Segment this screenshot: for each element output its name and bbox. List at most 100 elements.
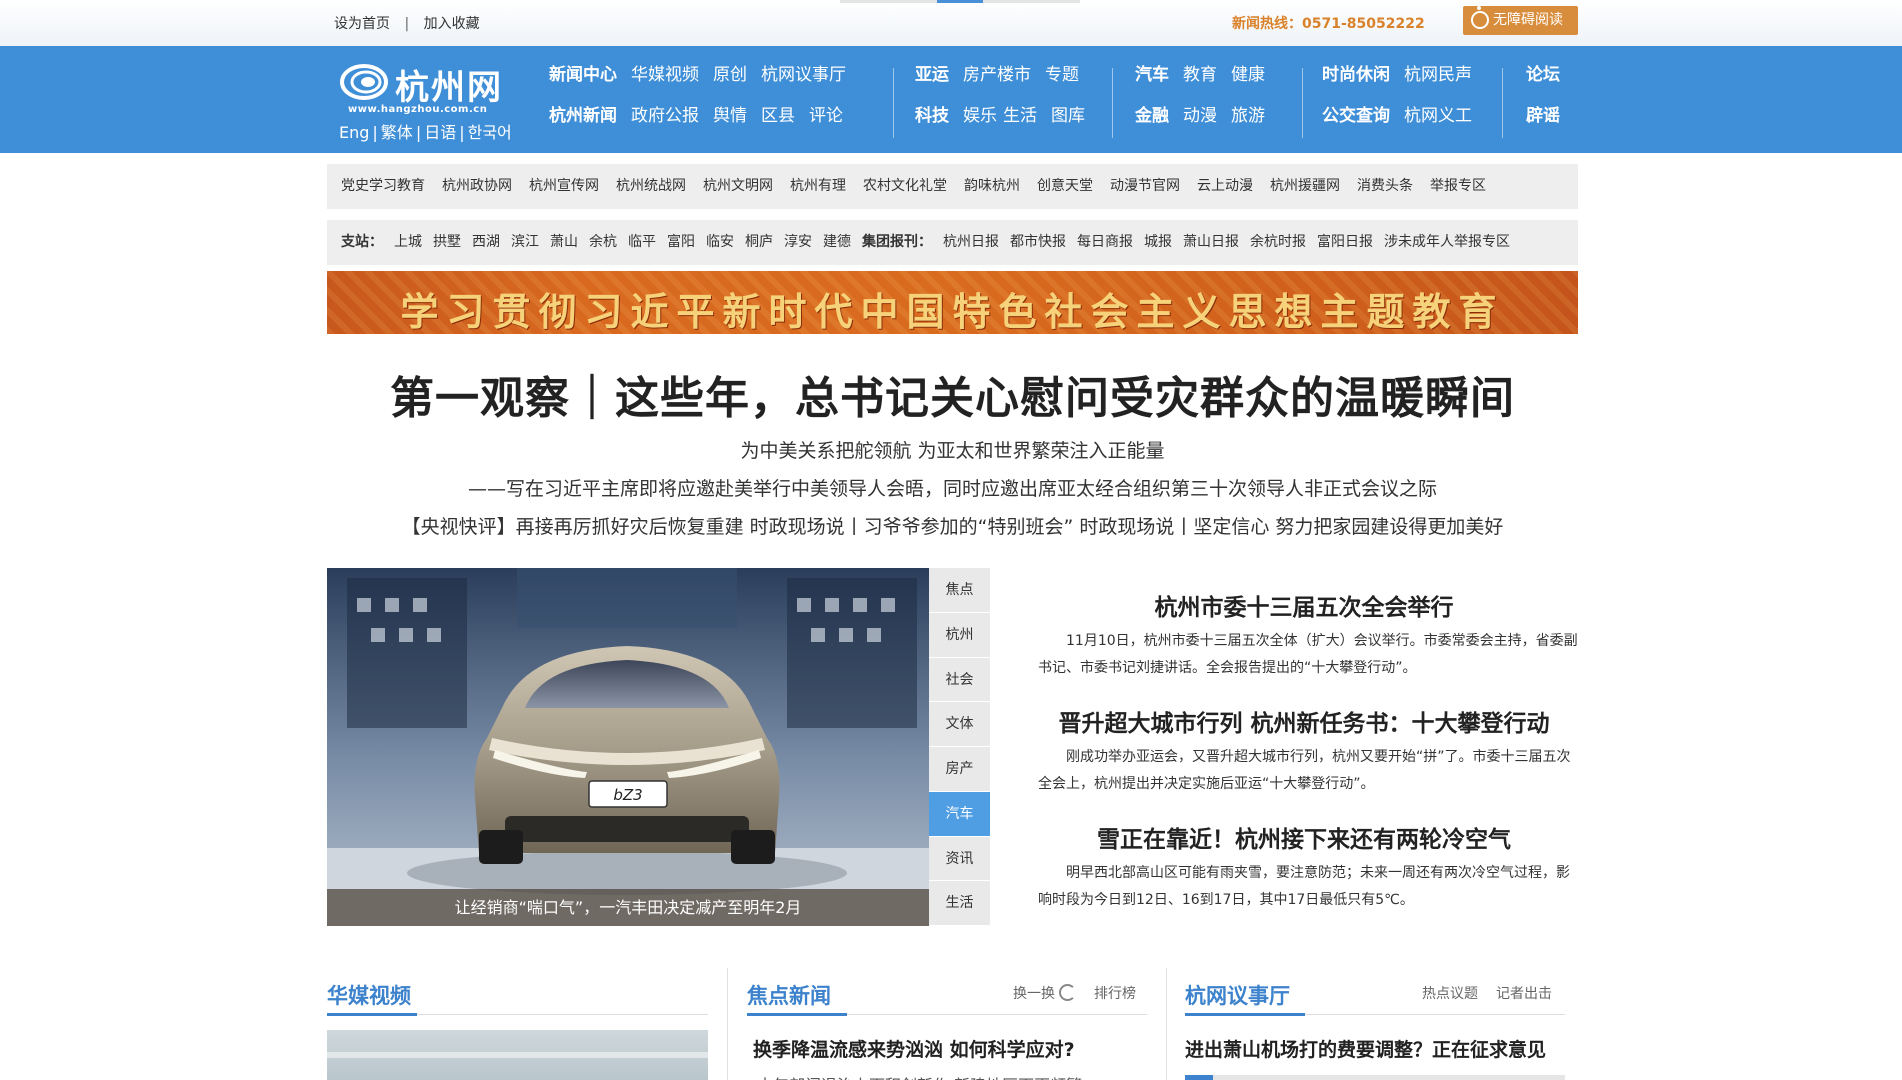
nav-public-opinion[interactable]: 舆情	[713, 101, 747, 131]
set-home-link[interactable]: 设为首页	[334, 13, 390, 33]
nav-life[interactable]: 生活	[1003, 101, 1037, 131]
partner-link[interactable]: 消费头条	[1357, 164, 1413, 209]
branch-link[interactable]: 临平	[628, 220, 656, 265]
slider-tab[interactable]: 社会	[929, 658, 990, 703]
nav-travel[interactable]: 旅游	[1231, 101, 1265, 131]
news-title[interactable]: 晋升超大城市行列 杭州新任务书：十大攀登行动	[1030, 704, 1578, 738]
slider-caption[interactable]: 让经销商“喘口气”，一汽丰田决定减产至明年2月	[327, 889, 929, 926]
partner-link[interactable]: 杭州有理	[790, 164, 846, 209]
nav-forum[interactable]: 论坛	[1526, 60, 1560, 90]
focus-news-title[interactable]: 焦点新闻	[747, 980, 831, 1010]
partner-link[interactable]: 党史学习教育	[341, 164, 425, 209]
nav-entertainment[interactable]: 娱乐	[963, 101, 997, 131]
slider-tab[interactable]: 生活	[929, 881, 990, 926]
paper-link[interactable]: 都市快报	[1010, 220, 1066, 265]
focus-news-headline[interactable]: 换季降温流感来势汹汹 如何科学应对?	[753, 1035, 1075, 1062]
focus-news-item[interactable]: 十年部门退治上面积剑新作 新建地区面更频繁	[757, 1072, 1082, 1080]
partner-link[interactable]: 云上动漫	[1197, 164, 1253, 209]
partner-link[interactable]: 农村文化礼堂	[863, 164, 947, 209]
slider-tab[interactable]: 资讯	[929, 837, 990, 882]
slider-tab[interactable]: 房产	[929, 747, 990, 792]
branch-link[interactable]: 临安	[706, 220, 734, 265]
lang-korean[interactable]: 한국어	[468, 119, 512, 143]
lead-subheadline[interactable]: ——写在习近平主席即将应邀赴美举行中美领导人会晤，同时应邀出席亚太经合组织第三十…	[327, 474, 1578, 501]
paper-link[interactable]: 涉未成年人举报专区	[1384, 220, 1510, 265]
nav-fashion[interactable]: 时尚休闲	[1322, 60, 1390, 90]
video-section-title[interactable]: 华媒视频	[327, 980, 411, 1010]
nav-original[interactable]: 原创	[713, 60, 747, 90]
branch-link[interactable]: 桐庐	[745, 220, 773, 265]
nav-gov-bulletin[interactable]: 政府公报	[631, 101, 699, 131]
theme-education-banner[interactable]: 学习贯彻习近平新时代中国特色社会主义思想主题教育	[327, 271, 1578, 334]
refresh-icon[interactable]	[1059, 984, 1076, 1001]
lang-japanese[interactable]: 日语	[424, 119, 456, 143]
partner-link[interactable]: 杭州统战网	[616, 164, 686, 209]
lang-english[interactable]: Eng	[339, 123, 369, 142]
partner-link[interactable]: 举报专区	[1430, 164, 1486, 209]
slider-tab[interactable]: 文体	[929, 702, 990, 747]
nav-rumor-refute[interactable]: 辟谣	[1526, 101, 1560, 131]
paper-link[interactable]: 每日商报	[1077, 220, 1133, 265]
slider-tab-active[interactable]: 汽车	[929, 791, 990, 837]
partner-link[interactable]: 韵味杭州	[964, 164, 1020, 209]
nav-animation[interactable]: 动漫	[1183, 101, 1217, 131]
nav-hangzhou-news[interactable]: 杭州新闻	[549, 101, 617, 131]
paper-link[interactable]: 萧山日报	[1183, 220, 1239, 265]
focus-slider[interactable]: bZ3 让经销商“喘口气”，一汽丰田决定减产至明年2月	[327, 568, 929, 926]
slider-tab[interactable]: 杭州	[929, 613, 990, 658]
nav-gallery[interactable]: 图库	[1051, 101, 1085, 131]
nav-asian-games[interactable]: 亚运	[915, 60, 949, 90]
lead-headline[interactable]: 第一观察｜这些年，总书记关心慰问受灾群众的温暖瞬间	[327, 362, 1578, 426]
nav-commentary[interactable]: 评论	[809, 101, 843, 131]
lead-subheadline[interactable]: 为中美关系把舵领航 为亚太和世界繁荣注入正能量	[327, 436, 1578, 463]
discussion-headline[interactable]: 进出萧山机场打的费要调整？正在征求意见	[1185, 1035, 1546, 1062]
nav-news-center[interactable]: 新闻中心	[549, 60, 617, 90]
nav-video[interactable]: 华媒视频	[631, 60, 699, 90]
nav-special[interactable]: 专题	[1045, 60, 1079, 90]
nav-education[interactable]: 教育	[1183, 60, 1217, 90]
site-logo[interactable]: 杭州网 www.hangzhou.com.cn	[340, 56, 520, 116]
lang-traditional[interactable]: 繁体	[381, 119, 413, 143]
nav-finance[interactable]: 金融	[1135, 101, 1169, 131]
branch-link[interactable]: 西湖	[472, 220, 500, 265]
partner-link[interactable]: 杭州宣传网	[529, 164, 599, 209]
slider-tab[interactable]: 焦点	[929, 568, 990, 613]
branch-link[interactable]: 上城	[394, 220, 422, 265]
nav-volunteers[interactable]: 杭网义工	[1404, 101, 1472, 131]
add-favorite-link[interactable]: 加入收藏	[424, 13, 480, 33]
news-title[interactable]: 雪正在靠近！杭州接下来还有两轮冷空气	[1030, 820, 1578, 854]
partner-link[interactable]: 杭州援疆网	[1270, 164, 1340, 209]
switch-button[interactable]: 换一换	[1013, 983, 1055, 1003]
news-title[interactable]: 杭州市委十三届五次全会举行	[1030, 588, 1578, 622]
nav-bus-query[interactable]: 公交查询	[1322, 101, 1390, 131]
branch-link[interactable]: 拱墅	[433, 220, 461, 265]
discussion-section-title[interactable]: 杭网议事厅	[1185, 980, 1290, 1010]
paper-link[interactable]: 城报	[1144, 220, 1172, 265]
branch-link[interactable]: 建德	[823, 220, 851, 265]
nav-auto[interactable]: 汽车	[1135, 60, 1169, 90]
nav-citizen-voice[interactable]: 杭网民声	[1404, 60, 1472, 90]
branch-link[interactable]: 余杭	[589, 220, 617, 265]
nav-real-estate[interactable]: 房产楼市	[963, 60, 1031, 90]
hot-topics-tab[interactable]: 热点议题	[1422, 983, 1478, 1003]
partner-link[interactable]: 杭州文明网	[703, 164, 773, 209]
nav-health[interactable]: 健康	[1231, 60, 1265, 90]
reporter-tab[interactable]: 记者出击	[1496, 983, 1552, 1003]
nav-districts[interactable]: 区县	[761, 101, 795, 131]
nav-discussion-hall[interactable]: 杭网议事厅	[761, 60, 846, 90]
paper-link[interactable]: 余杭时报	[1250, 220, 1306, 265]
ranking-tab[interactable]: 排行榜	[1094, 983, 1136, 1003]
branch-link[interactable]: 富阳	[667, 220, 695, 265]
partner-link[interactable]: 创意天堂	[1037, 164, 1093, 209]
nav-tech[interactable]: 科技	[915, 101, 949, 131]
partner-link[interactable]: 动漫节官网	[1110, 164, 1180, 209]
paper-link[interactable]: 富阳日报	[1317, 220, 1373, 265]
partner-link[interactable]: 杭州政协网	[442, 164, 512, 209]
video-thumbnail[interactable]	[327, 1030, 708, 1080]
paper-link[interactable]: 杭州日报	[943, 220, 999, 265]
branch-link[interactable]: 滨江	[511, 220, 539, 265]
accessibility-button[interactable]: 无障碍阅读	[1463, 6, 1578, 35]
lead-related-links[interactable]: 【央视快评】再接再厉抓好灾后恢复重建 时政现场说丨习爷爷参加的“特别班会” 时政…	[327, 512, 1578, 539]
branch-link[interactable]: 萧山	[550, 220, 578, 265]
branch-link[interactable]: 淳安	[784, 220, 812, 265]
